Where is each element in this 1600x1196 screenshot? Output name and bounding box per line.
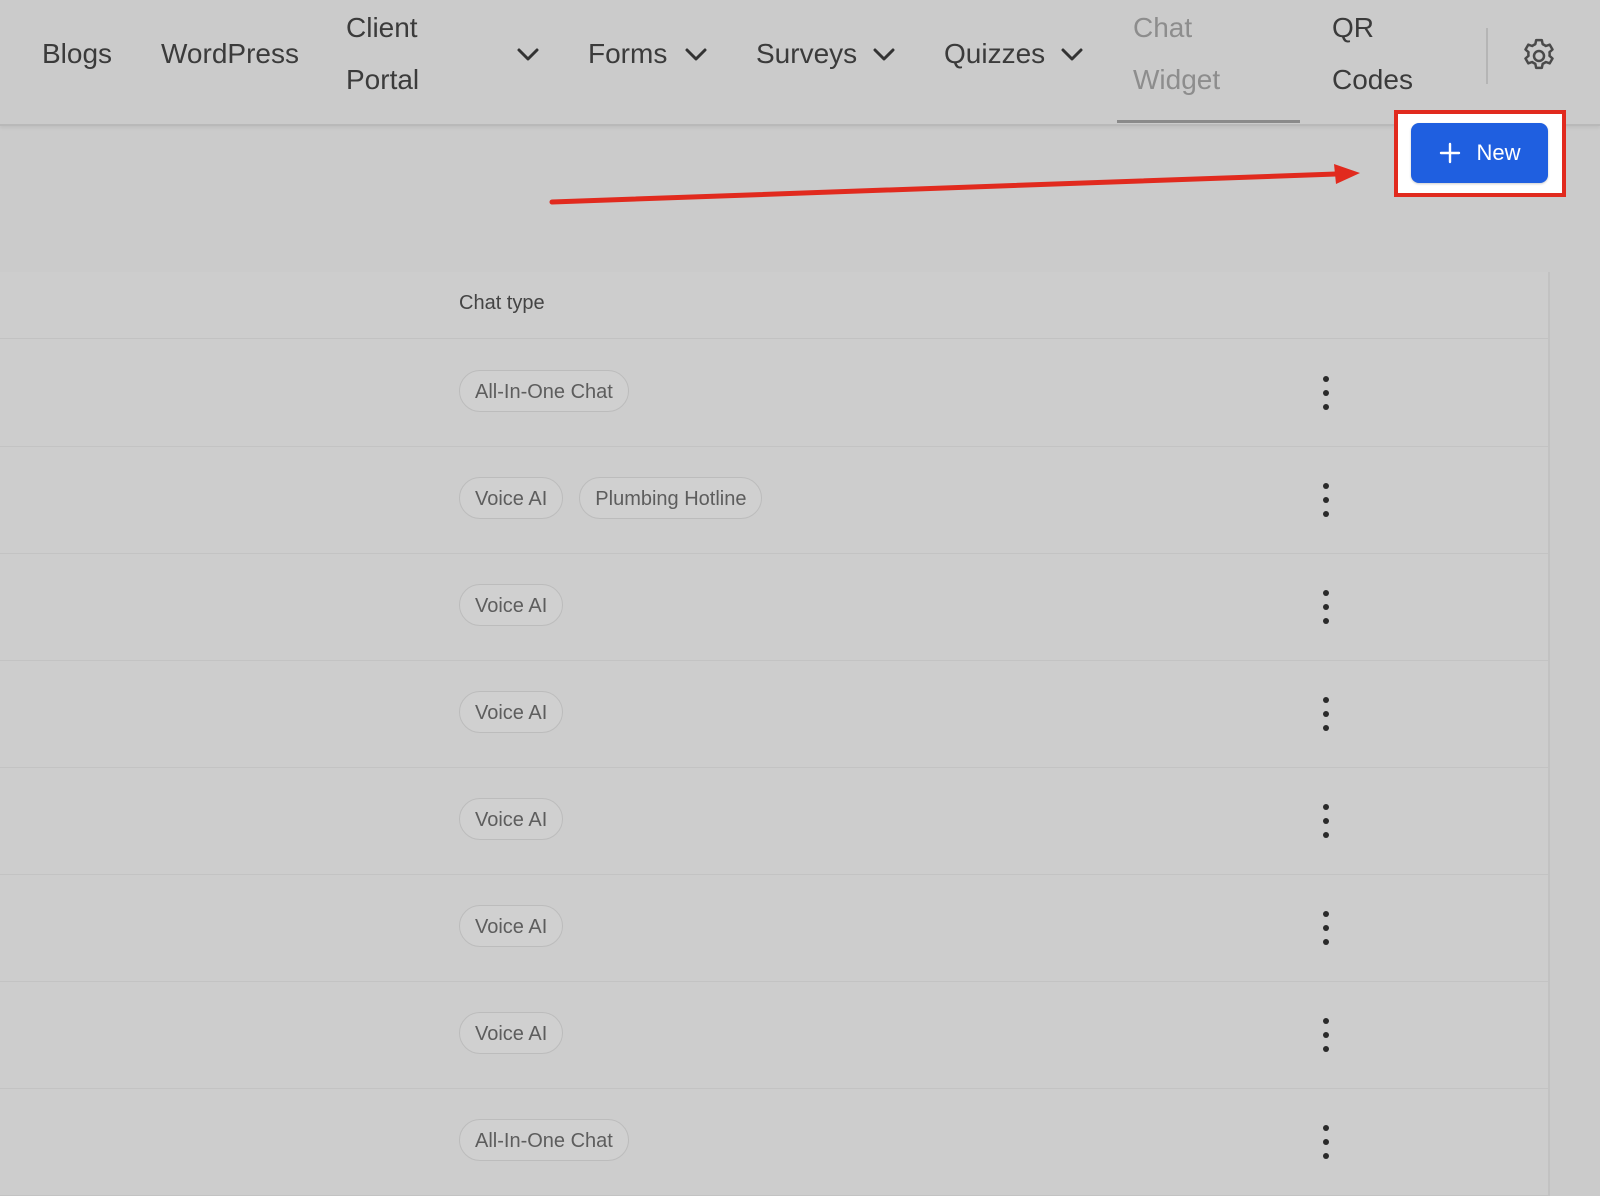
kebab-dot [1323,1125,1329,1131]
kebab-dot [1323,939,1329,945]
table-row[interactable]: Voice AI [0,767,1548,875]
kebab-dot [1323,832,1329,838]
chat-type-tags: Voice AI [459,798,564,840]
kebab-dot [1323,725,1329,731]
nav-surveys[interactable]: Surveys [756,28,857,80]
kebab-dot [1323,1032,1329,1038]
more-vertical-icon[interactable] [1314,802,1338,840]
kebab-dot [1323,604,1329,610]
table-header: Chat type [0,272,1548,339]
kebab-dot [1323,590,1329,596]
chat-type-badge: Voice AI [459,1012,564,1054]
chat-type-badge: Plumbing Hotline [579,477,763,519]
table-row[interactable]: Voice AI [0,874,1548,982]
chat-type-tags: Voice AI [459,584,564,626]
table-row[interactable]: All-In-One Chat [0,1088,1548,1196]
nav-divider [1486,28,1488,84]
kebab-dot [1323,1139,1329,1145]
more-vertical-icon[interactable] [1314,1123,1338,1161]
nav-client-portal-line-2: Portal [346,64,420,95]
chevron-down-icon[interactable] [1059,42,1085,68]
nav-qr-codes[interactable]: QR Codes [1332,2,1413,106]
nav-qr-codes-line-1: QR [1332,12,1374,43]
table-row[interactable]: Voice AI Plumbing Hotline [0,446,1548,554]
kebab-dot [1323,1046,1329,1052]
tab-chat-widget[interactable]: Chat Widget [1133,2,1220,106]
chat-type-badge: Voice AI [459,798,564,840]
more-vertical-icon[interactable] [1314,374,1338,412]
kebab-dot [1323,1018,1329,1024]
chat-type-tags: Voice AI [459,691,564,733]
top-navigation: Blogs WordPress Client Portal Forms Surv… [0,0,1600,126]
table-row[interactable]: Voice AI [0,981,1548,1089]
tab-chat-widget-line-1: Chat [1133,12,1193,43]
chat-type-tags: All-In-One Chat [459,370,629,412]
kebab-dot [1323,376,1329,382]
nav-client-portal-line-1: Client [346,12,418,43]
more-vertical-icon[interactable] [1314,588,1338,626]
nav-wordpress[interactable]: WordPress [161,28,299,80]
nav-quizzes[interactable]: Quizzes [944,28,1045,80]
chat-type-badge: Voice AI [459,477,564,519]
chat-type-tags: Voice AI [459,905,564,947]
nav-qr-codes-line-2: Codes [1332,64,1413,95]
chat-type-tags: Voice AI Plumbing Hotline [459,477,763,519]
nav-blogs[interactable]: Blogs [42,28,112,80]
tab-chat-widget-line-2: Widget [1133,64,1221,95]
chat-widget-table: Chat type All-In-One Chat Voice AI Plumbin… [0,272,1550,1196]
active-tab-indicator [1117,120,1300,123]
chevron-down-icon[interactable] [515,42,541,68]
chat-type-badge: Voice AI [459,905,564,947]
kebab-dot [1323,711,1329,717]
new-button-label: New [1476,140,1521,165]
chat-type-badge: Voice AI [459,584,564,626]
nav-forms[interactable]: Forms [588,28,667,80]
gear-icon[interactable] [1519,36,1559,76]
more-vertical-icon[interactable] [1314,695,1338,733]
chat-type-tags: Voice AI [459,1012,564,1054]
table-row[interactable]: Voice AI [0,660,1548,768]
kebab-dot [1323,497,1329,503]
table-row[interactable]: All-In-One Chat [0,339,1548,447]
column-header-chat-type: Chat type [459,292,545,314]
new-button[interactable]: New [1411,123,1548,183]
chat-type-badge: All-In-One Chat [459,1119,629,1161]
chat-type-badge: Voice AI [459,691,564,733]
chat-type-tags: All-In-One Chat [459,1119,629,1161]
more-vertical-icon[interactable] [1314,909,1338,947]
kebab-dot [1323,911,1329,917]
kebab-dot [1323,804,1329,810]
kebab-dot [1323,511,1329,517]
chevron-down-icon[interactable] [871,42,897,68]
kebab-dot [1323,818,1329,824]
kebab-dot [1323,390,1329,396]
kebab-dot [1323,404,1329,410]
kebab-dot [1323,618,1329,624]
chevron-down-icon[interactable] [683,42,709,68]
nav-client-portal[interactable]: Client Portal [346,2,419,106]
kebab-dot [1323,697,1329,703]
kebab-dot [1323,483,1329,489]
table-row[interactable]: Voice AI [0,553,1548,661]
chat-type-badge: All-In-One Chat [459,370,629,412]
plus-icon [1440,142,1461,164]
more-vertical-icon[interactable] [1314,481,1338,519]
more-vertical-icon[interactable] [1314,1016,1338,1054]
kebab-dot [1323,925,1329,931]
kebab-dot [1323,1153,1329,1159]
